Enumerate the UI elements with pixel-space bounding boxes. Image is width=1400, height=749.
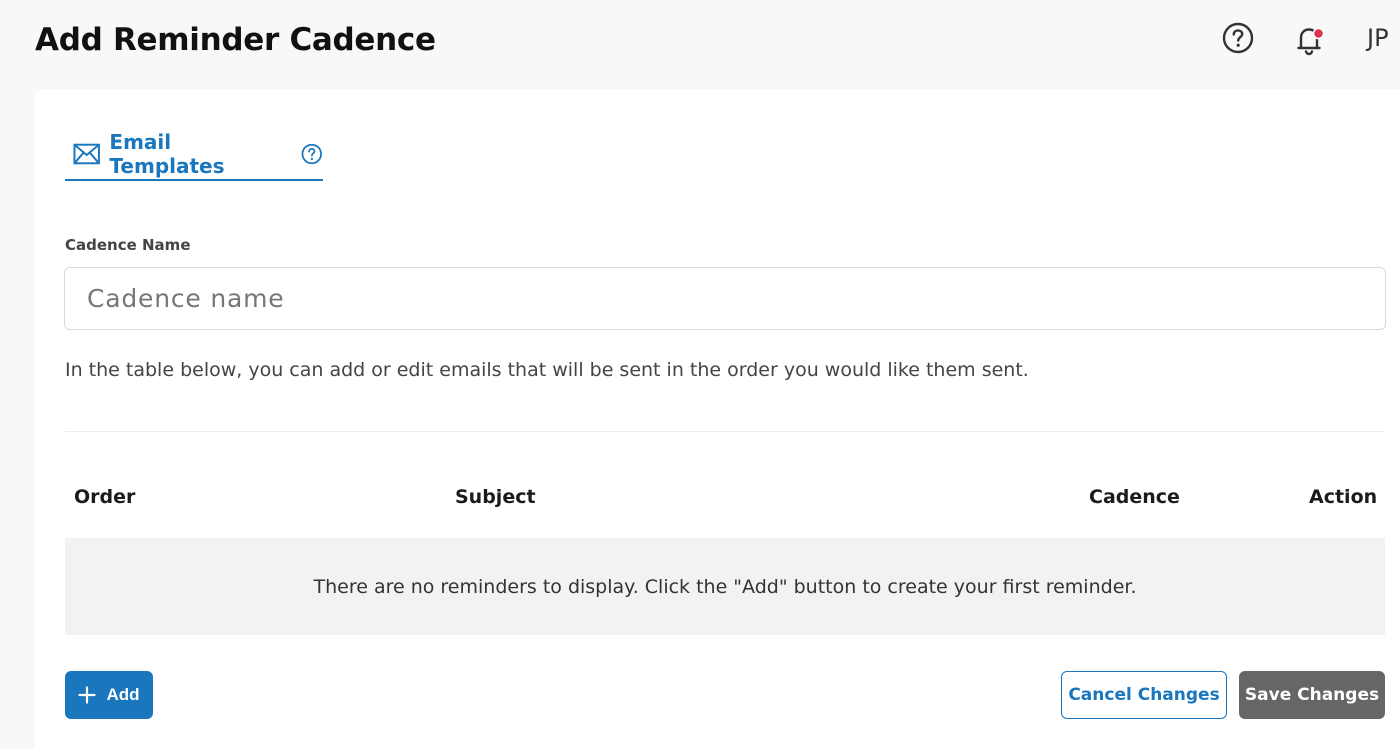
- envelope-icon: [73, 143, 100, 165]
- notification-dot: [1312, 27, 1325, 40]
- top-bar: Add Reminder Cadence JP: [0, 0, 1400, 88]
- cadence-name-input[interactable]: [64, 267, 1386, 330]
- table-help-text: In the table below, you can add or edit …: [65, 359, 1029, 381]
- column-header-action: Action: [1309, 486, 1378, 508]
- tab-label: Email Templates: [109, 130, 225, 178]
- notifications-button[interactable]: [1293, 23, 1327, 57]
- cadence-name-label: Cadence Name: [65, 236, 191, 254]
- divider: [65, 431, 1385, 432]
- bell-icon: [1297, 27, 1325, 56]
- column-header-order: Order: [74, 486, 136, 508]
- tab-email-templates[interactable]: Email Templates: [65, 129, 323, 181]
- page-title: Add Reminder Cadence: [35, 22, 436, 58]
- help-circle-icon: [1222, 22, 1254, 54]
- help-circle-icon[interactable]: [301, 143, 323, 165]
- cancel-changes-button[interactable]: Cancel Changes: [1061, 671, 1227, 719]
- help-button[interactable]: [1222, 22, 1254, 54]
- user-avatar[interactable]: JP: [1367, 24, 1389, 52]
- save-changes-button[interactable]: Save Changes: [1239, 671, 1385, 719]
- main-card: Email Templates Cadence Name In the tabl…: [35, 89, 1400, 749]
- empty-table-message: There are no reminders to display. Click…: [65, 538, 1385, 635]
- add-reminder-button[interactable]: Add: [65, 671, 153, 719]
- column-header-cadence: Cadence: [1089, 486, 1180, 508]
- add-button-label: Add: [106, 685, 140, 704]
- column-header-subject: Subject: [455, 486, 536, 508]
- plus-icon: [78, 686, 97, 704]
